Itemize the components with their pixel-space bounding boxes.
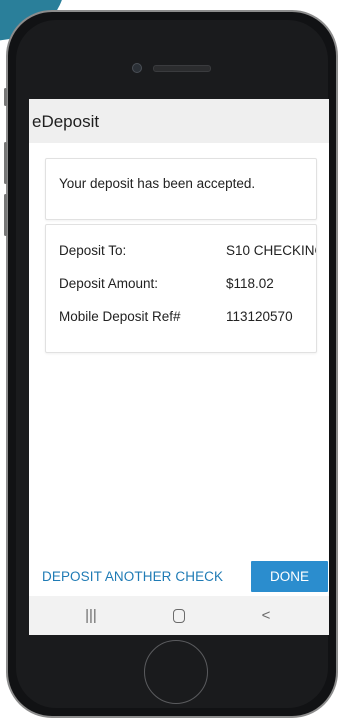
app-header: eDeposit: [29, 99, 329, 143]
android-nav-bar: ||| <: [29, 596, 329, 635]
front-camera: [132, 63, 142, 73]
earpiece-speaker: [153, 65, 211, 72]
detail-row-deposit-ref: Mobile Deposit Ref# 113120570: [59, 309, 293, 324]
detail-row-deposit-amount: Deposit Amount: $118.02: [59, 276, 274, 291]
deposit-amount-label: Deposit Amount:: [59, 276, 159, 291]
action-bar: DEPOSIT ANOTHER CHECK DONE: [29, 558, 329, 594]
page-title: eDeposit: [32, 112, 100, 131]
deposit-status-card: Your deposit has been accepted.: [45, 158, 317, 220]
phone-volume-up-button: [4, 142, 7, 184]
deposit-status-message: Your deposit has been accepted.: [59, 176, 256, 191]
deposit-ref-value: 113120570: [226, 309, 293, 324]
phone-side-button: [4, 88, 7, 106]
deposit-to-label: Deposit To:: [59, 243, 127, 258]
deposit-another-check-button[interactable]: DEPOSIT ANOTHER CHECK: [42, 569, 223, 584]
deposit-ref-label: Mobile Deposit Ref#: [59, 309, 181, 324]
detail-row-deposit-to: Deposit To: S10 CHECKING: [59, 243, 316, 258]
done-button[interactable]: DONE: [251, 561, 328, 592]
recents-icon[interactable]: |||: [66, 596, 116, 635]
back-icon[interactable]: <: [241, 596, 291, 635]
deposit-amount-value: $118.02: [226, 276, 274, 291]
home-icon[interactable]: [154, 596, 204, 635]
phone-volume-down-button: [4, 194, 7, 236]
phone-screen: eDeposit Your deposit has been accepted.…: [29, 99, 329, 635]
deposit-details-card: Deposit To: S10 CHECKING Deposit Amount:…: [45, 224, 317, 353]
phone-home-button[interactable]: [144, 640, 208, 704]
deposit-to-value: S10 CHECKING: [226, 243, 317, 258]
